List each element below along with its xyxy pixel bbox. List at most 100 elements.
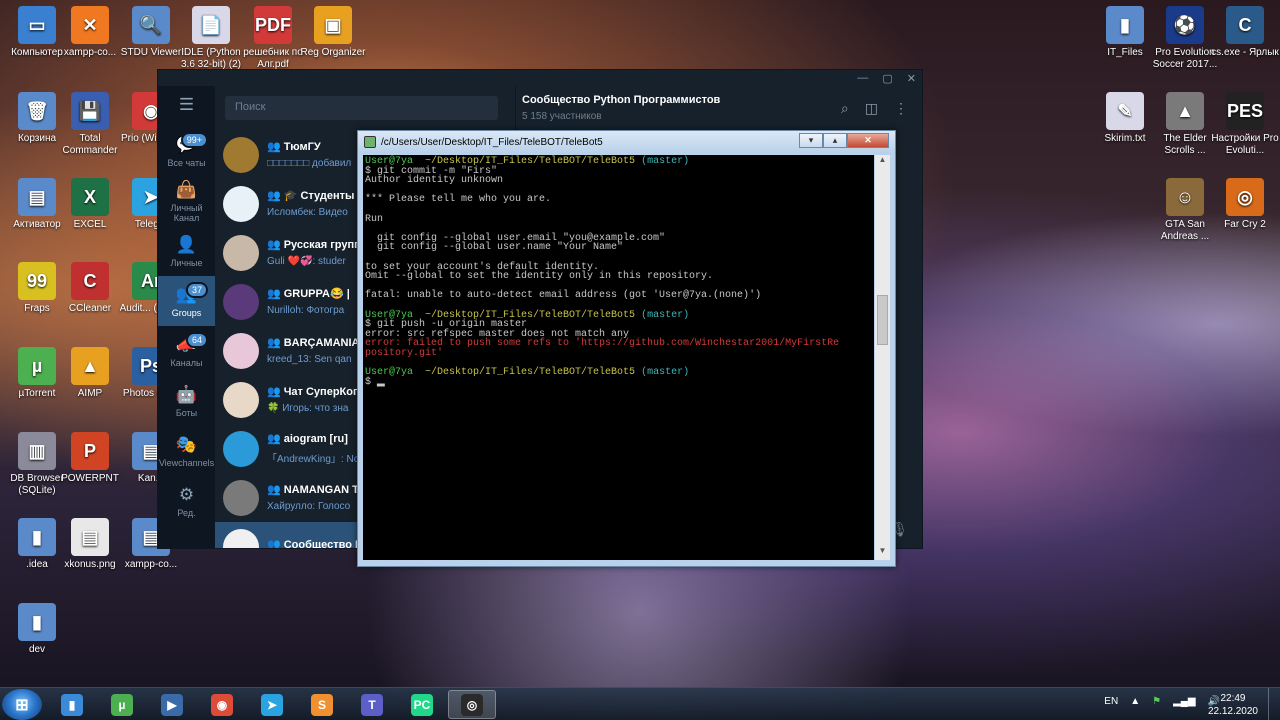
chat-name: 👥 Чат СуперКог (267, 385, 358, 398)
folder-robot[interactable]: 🤖 Боты (158, 376, 215, 426)
taskbar-gitbash[interactable]: ◎ (448, 690, 496, 719)
taskbar: ⊞ ▮ µ ▶ ◉ ➤ S T PC ◎ EN ▲ ⚑ ▂▄▆ 🔊 22:49 22.12.20… (0, 687, 1280, 720)
chat-name: 👥 Сообщество P (267, 538, 362, 549)
sliders-icon: ⚙ (178, 484, 195, 504)
taskbar-teams[interactable]: T (348, 690, 396, 719)
group-icon: 👥 (267, 433, 281, 445)
folder-label: Каналы (170, 357, 203, 368)
taskbar-pycharm[interactable]: PC (398, 690, 446, 719)
search-icon[interactable]: ⌕ (841, 100, 849, 117)
app-icon: ✕ (71, 6, 109, 44)
desktop-icon[interactable]: ▣ Reg Organizer (296, 6, 370, 59)
telegram-icon: ➤ (261, 693, 283, 716)
chat-last-message: 🍀 Игорь: что зна (267, 403, 349, 414)
chat-last-message: 「AndrewKing」: No (267, 454, 360, 465)
folder-bag[interactable]: 👜 Личный Канал (158, 176, 215, 226)
terminal-text: Author identity unknown (365, 175, 504, 187)
chat-name-text: Русская групп (283, 239, 361, 251)
menu-button[interactable]: ☰ (158, 86, 215, 126)
maximize-icon[interactable]: ▢ (882, 72, 892, 85)
chat-last-message: Хайрулло: Голосо (267, 501, 351, 512)
app-icon: ✎ (1106, 92, 1144, 130)
taskbar-explorer[interactable]: ▮ (48, 690, 96, 719)
app-icon: 🔍 (132, 6, 170, 44)
terminal-window[interactable]: /c/Users/User/Desktop/IT_Files/TeleBOT/T… (357, 130, 896, 567)
terminal-titlebar[interactable]: /c/Users/User/Desktop/IT_Files/TeleBOT/T… (358, 131, 895, 153)
app-icon: PDF (254, 6, 292, 44)
folder-icon: ▮ (61, 693, 83, 716)
terminal-text: git config --global user.name "Your Name… (365, 242, 624, 254)
avatar (223, 430, 259, 467)
chat-last-message: Guli ❤️💞: studer (267, 256, 346, 267)
sublime-icon: S (311, 693, 333, 716)
app-icon: ▲ (1166, 92, 1204, 130)
media-icon: ▶ (161, 693, 183, 716)
teams-icon: T (361, 693, 383, 716)
folder-chat-bubbles[interactable]: 💬Все чаты99+ (158, 126, 215, 176)
person-icon: 👤 (175, 234, 198, 254)
search-input[interactable]: Поиск (225, 96, 498, 120)
windows-logo-icon: ⊞ (15, 696, 29, 714)
mask-icon: 🎭 (175, 434, 198, 454)
minimize-icon[interactable]: — (857, 72, 868, 84)
start-button[interactable]: ⊞ (2, 689, 42, 720)
group-icon: 👥 (267, 239, 281, 251)
taskbar-utorrent[interactable]: µ (98, 690, 146, 719)
avatar (223, 381, 259, 418)
show-desktop-button[interactable] (1268, 688, 1280, 720)
close-icon[interactable]: ✕ (907, 72, 916, 85)
scroll-up-icon[interactable]: ▲ (875, 155, 890, 169)
folder-mask[interactable]: 🎭 Viewchannels (158, 426, 215, 476)
network-icon[interactable]: ▂▄▆ (1173, 696, 1195, 707)
taskbar-telegram[interactable]: ➤ (248, 690, 296, 719)
desktop-icon[interactable]: PES Настройки Pro Evoluti... (1208, 92, 1280, 157)
desktop-icon-label: xampp-co... (124, 559, 178, 570)
desktop-icon-label: Reg Organizer (300, 47, 366, 58)
scroll-down-icon[interactable]: ▼ (875, 546, 890, 560)
maximize-button[interactable]: ▴ (823, 133, 847, 148)
desktop-icon[interactable]: ◎ Far Cry 2 (1208, 178, 1280, 231)
app-icon: 99 (18, 262, 56, 300)
avatar (223, 283, 259, 320)
folder-people[interactable]: 👥Groups37 (158, 276, 215, 326)
chat-name: 👥 ТюмГУ (267, 140, 351, 153)
app-icon: X (71, 178, 109, 216)
sidebar-toggle-icon[interactable]: ◫ (865, 100, 878, 117)
terminal-output[interactable]: User@7ya ~/Desktop/IT_Files/TeleBOT/Tele… (363, 155, 874, 560)
chat-text: 👥 Русская групп Guli ❤️💞: studer (267, 238, 361, 267)
clock[interactable]: 22:49 22.12.2020 (1208, 692, 1258, 718)
desktop-icon[interactable]: Ccs.exe - Ярлык (1208, 6, 1280, 59)
close-button[interactable]: ✕ (847, 133, 889, 148)
desktop-icon-label: dev (28, 644, 46, 655)
terminal-text: pository.git' (365, 347, 444, 359)
chat-last-message: Nurilloh: Фотогра (267, 305, 345, 316)
terminal-text: fatal: unable to auto-detect email addre… (365, 290, 762, 302)
terminal-text: (master) (641, 367, 690, 379)
chat-header[interactable]: Сообщество Python Программистов 5 158 уч… (515, 86, 922, 136)
terminal-line: *** Please tell me who you are. (365, 195, 872, 205)
app-icon: ◎ (1226, 178, 1264, 216)
chat-last-message: Исломбек: Видео (267, 207, 348, 218)
app-icon: C (71, 262, 109, 300)
folder-person[interactable]: 👤 Личные (158, 226, 215, 276)
flag-icon[interactable]: ⚑ (1152, 696, 1161, 707)
scroll-thumb[interactable] (877, 295, 888, 345)
chat-last-message: □□□□□□□ добавил (267, 158, 352, 169)
chat-text: 👥 ТюмГУ □□□□□□□ добавил (267, 140, 351, 169)
taskbar-sublime[interactable]: S (298, 690, 346, 719)
app-icon: 💾 (71, 92, 109, 130)
folder-megaphone[interactable]: 📣Каналы64 (158, 326, 215, 376)
terminal-line: Author identity unknown (365, 176, 872, 186)
chat-name-text: Чат СуперКог (283, 386, 358, 398)
more-icon[interactable]: ⋮ (894, 100, 908, 117)
minimize-button[interactable]: ▾ (799, 133, 823, 148)
chat-name-text: BARÇAMANIA (283, 337, 360, 349)
taskbar-media[interactable]: ▶ (148, 690, 196, 719)
tray-expand-icon[interactable]: ▲ (1130, 696, 1140, 707)
folder-sliders[interactable]: ⚙ Ред. (158, 476, 215, 526)
language-indicator[interactable]: EN (1104, 696, 1118, 707)
taskbar-chrome[interactable]: ◉ (198, 690, 246, 719)
desktop-icon[interactable]: ▮ dev (0, 603, 74, 656)
app-icon: P (71, 432, 109, 470)
terminal-scrollbar[interactable]: ▲ ▼ (875, 155, 890, 560)
